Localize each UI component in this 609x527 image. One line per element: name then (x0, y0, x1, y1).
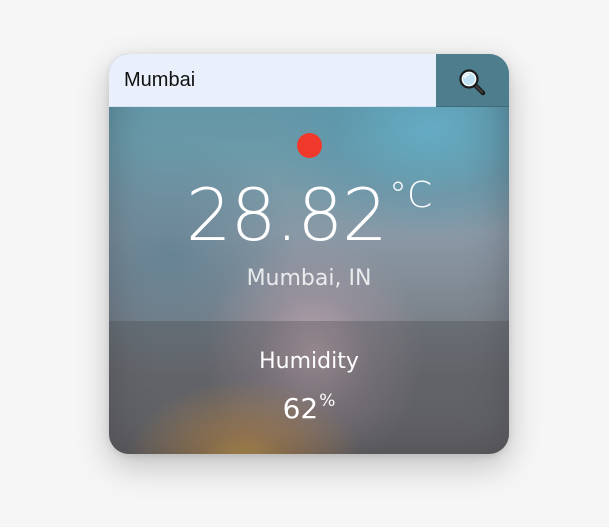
search-bar (109, 54, 509, 107)
temperature-value: 28.82 (185, 173, 388, 257)
humidity-display: 62% (109, 391, 509, 427)
temperature-display: 28.82°C (109, 172, 509, 258)
location-label: Mumbai, IN (246, 266, 372, 291)
status-indicator (297, 133, 322, 158)
weather-card: 28.82°C Mumbai, IN Humidity 62% (109, 54, 509, 454)
search-icon (459, 69, 486, 96)
humidity-label: Humidity (259, 349, 359, 374)
city-search-input[interactable] (109, 54, 436, 107)
humidity-unit: % (319, 391, 336, 411)
temperature-unit: °C (388, 175, 433, 216)
search-button[interactable] (436, 54, 509, 107)
stats-panel: Humidity 62% (109, 321, 509, 454)
humidity-value: 62 (282, 392, 319, 425)
